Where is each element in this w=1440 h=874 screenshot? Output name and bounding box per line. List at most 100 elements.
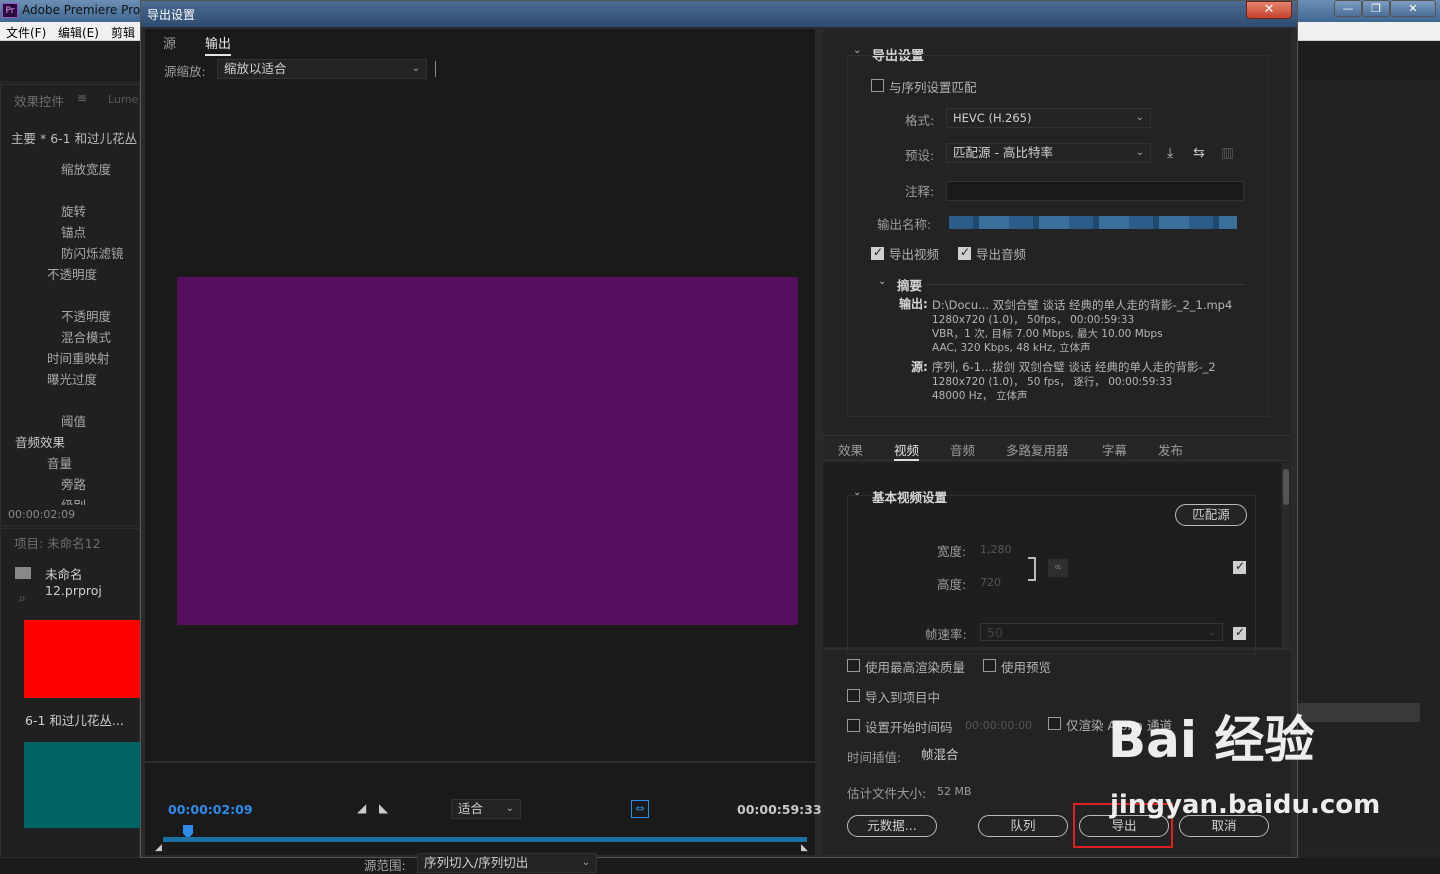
- fit-dropdown[interactable]: 适合 ⌄: [451, 799, 521, 819]
- project-title[interactable]: 项目: 未命名12: [14, 533, 101, 552]
- tab-output[interactable]: 输出: [205, 33, 232, 56]
- set-timecode-checkbox[interactable]: [847, 719, 860, 732]
- clip-label[interactable]: 6-1 和过儿花丛...: [25, 710, 124, 729]
- collapse-chevron-icon[interactable]: ⌄: [853, 487, 861, 498]
- preset-dropdown[interactable]: 匹配源 - 高比特率 ⌄: [946, 143, 1151, 163]
- fps-label: 帧速率:: [925, 627, 967, 642]
- filesize-value: 52 MB: [937, 785, 972, 798]
- aspect-ratio-icon[interactable]: ⇔: [631, 800, 649, 818]
- panel-menu-icon[interactable]: ≡: [77, 91, 87, 105]
- preset-label: 预设:: [905, 148, 935, 163]
- source-scale-label: 源缩放:: [164, 64, 206, 79]
- scrollbar-thumb[interactable]: [1283, 469, 1289, 505]
- tab-effect-controls[interactable]: 效果控件: [14, 91, 64, 110]
- project-file[interactable]: 未命名12.prproj: [45, 564, 139, 598]
- tab-captions[interactable]: 字幕: [1102, 440, 1127, 459]
- dialog-title: 导出设置: [147, 8, 196, 22]
- divider: [823, 647, 1291, 650]
- dimension-checkbox[interactable]: [1233, 559, 1246, 574]
- app-window-controls: — ❐ ✕: [1334, 0, 1440, 18]
- alpha-only-checkbox[interactable]: [1048, 717, 1061, 730]
- interp-label: 时间插值:: [847, 750, 902, 765]
- tab-publish[interactable]: 发布: [1158, 440, 1183, 459]
- tab-source[interactable]: 源: [163, 33, 176, 52]
- fps-checkbox[interactable]: [1233, 625, 1246, 640]
- out-handle-icon[interactable]: ◣: [801, 843, 808, 853]
- queue-button[interactable]: 队列: [978, 815, 1068, 837]
- import-preset-icon[interactable]: ⇆: [1193, 145, 1205, 161]
- chevron-down-icon: ⌄: [1207, 627, 1216, 638]
- output-summary-line: D:\Docu... 双剑合璧 谈话 经典的单人走的背影-_2_1.mp4: [932, 298, 1233, 312]
- metadata-button[interactable]: 元数据...: [847, 815, 937, 837]
- menu-edit[interactable]: 编辑(E): [58, 24, 99, 41]
- duration-timecode: 00:00:59:33: [737, 802, 822, 817]
- divider: [435, 61, 436, 77]
- timeline-track[interactable]: [163, 837, 807, 842]
- delete-preset-icon[interactable]: ▥: [1221, 145, 1234, 161]
- effect-row[interactable]: 音频效果: [15, 432, 155, 453]
- tab-multiplexer[interactable]: 多路复用器: [1006, 440, 1069, 459]
- preview-pane: 源 输出 源缩放: 缩放以适合 ⌄ 00:00:02:09 ◢ ◣ 适合 ⌄ ⇔…: [145, 29, 822, 873]
- match-sequence-checkbox[interactable]: [871, 79, 884, 92]
- format-dropdown[interactable]: HEVC (H.265) ⌄: [946, 108, 1151, 128]
- filesize-label: 估计文件大小:: [847, 786, 927, 801]
- collapse-chevron-icon[interactable]: ⌄: [878, 276, 886, 287]
- menu-clip[interactable]: 剪辑: [111, 24, 135, 41]
- dialog-titlebar: 导出设置 ✕: [141, 1, 1297, 27]
- link-icon[interactable]: ∞: [1048, 559, 1068, 577]
- current-timecode[interactable]: 00:00:02:09: [168, 802, 253, 817]
- match-source-button[interactable]: 匹配源: [1175, 504, 1247, 526]
- output-summary-line: AAC, 320 Kbps, 48 kHz, 立体声: [932, 342, 1091, 354]
- max-render-label: 使用最高渲染质量: [865, 660, 966, 675]
- interp-dropdown[interactable]: 帧混合: [914, 745, 1114, 765]
- import-project-checkbox[interactable]: [847, 689, 860, 702]
- right-panel-selection: [1298, 703, 1420, 722]
- maximize-icon[interactable]: ❐: [1362, 0, 1390, 17]
- settings-tabs-bar: 效果 视频 音频 多路复用器 字幕 发布: [823, 435, 1291, 461]
- save-preset-icon[interactable]: ⤓: [1167, 145, 1173, 161]
- chevron-down-icon: ⌄: [581, 857, 590, 868]
- set-in-point-icon[interactable]: ◢: [357, 801, 366, 815]
- search-icon[interactable]: ⌕: [19, 591, 26, 606]
- minimize-icon[interactable]: —: [1334, 0, 1362, 17]
- tab-lumetri[interactable]: Lume: [108, 93, 138, 106]
- basic-video-header: 基本视频设置: [872, 490, 948, 505]
- width-value[interactable]: 1,280: [980, 543, 1012, 556]
- source-summary-line: 序列, 6-1...拔剑 双剑合璧 谈话 经典的单人走的背影-_2: [932, 360, 1216, 374]
- chevron-down-icon: ⌄: [1135, 112, 1144, 123]
- tab-audio[interactable]: 音频: [950, 440, 975, 459]
- import-project-label: 导入到项目中: [865, 690, 941, 705]
- in-handle-icon[interactable]: ◢: [155, 843, 162, 853]
- effect-controls-panel: 效果控件 ≡ Lume 主要 * 6-1 和过儿花丛 缩放宽度 旋转 锚点 防闪…: [0, 84, 140, 526]
- export-video-checkbox[interactable]: [871, 245, 884, 260]
- menu-file[interactable]: 文件(F): [6, 24, 46, 41]
- export-audio-checkbox[interactable]: [958, 245, 971, 260]
- clip-thumbnail[interactable]: [24, 742, 140, 828]
- timecode-value[interactable]: 00:00:00:00: [965, 719, 1032, 732]
- baidu-watermark: Bai 经验: [1108, 711, 1315, 769]
- comment-input[interactable]: [946, 181, 1244, 201]
- source-scale-dropdown[interactable]: 缩放以适合 ⌄: [217, 59, 427, 79]
- baidu-watermark-url: jingyan.baidu.com: [1110, 790, 1381, 820]
- source-range-dropdown[interactable]: 序列切入/序列切出 ⌄: [417, 853, 597, 873]
- clip-thumbnail[interactable]: [24, 620, 140, 698]
- max-render-checkbox[interactable]: [847, 659, 860, 672]
- chevron-down-icon: ⌄: [1135, 147, 1144, 158]
- premiere-logo-icon: Pr: [2, 3, 18, 18]
- height-value[interactable]: 720: [980, 576, 1001, 589]
- dialog-close-icon[interactable]: ✕: [1246, 1, 1292, 19]
- match-sequence-label: 与序列设置匹配: [889, 80, 977, 95]
- set-out-point-icon[interactable]: ◣: [379, 801, 388, 815]
- fps-dropdown[interactable]: 50 ⌄: [980, 623, 1223, 641]
- output-name-link[interactable]: [949, 216, 1237, 229]
- chevron-down-icon: ⌄: [411, 63, 420, 74]
- app-close-icon[interactable]: ✕: [1390, 0, 1436, 17]
- output-summary-line: 1280x720 (1.0)， 50fps， 00:00:59:33: [932, 314, 1135, 326]
- use-preview-checkbox[interactable]: [983, 659, 996, 672]
- tab-effects[interactable]: 效果: [838, 440, 863, 459]
- right-panel: [1298, 84, 1440, 844]
- tab-video[interactable]: 视频: [894, 440, 920, 461]
- video-preview: [177, 277, 798, 625]
- clip-title: 主要 * 6-1 和过儿花丛: [11, 131, 138, 146]
- format-label: 格式:: [905, 113, 935, 128]
